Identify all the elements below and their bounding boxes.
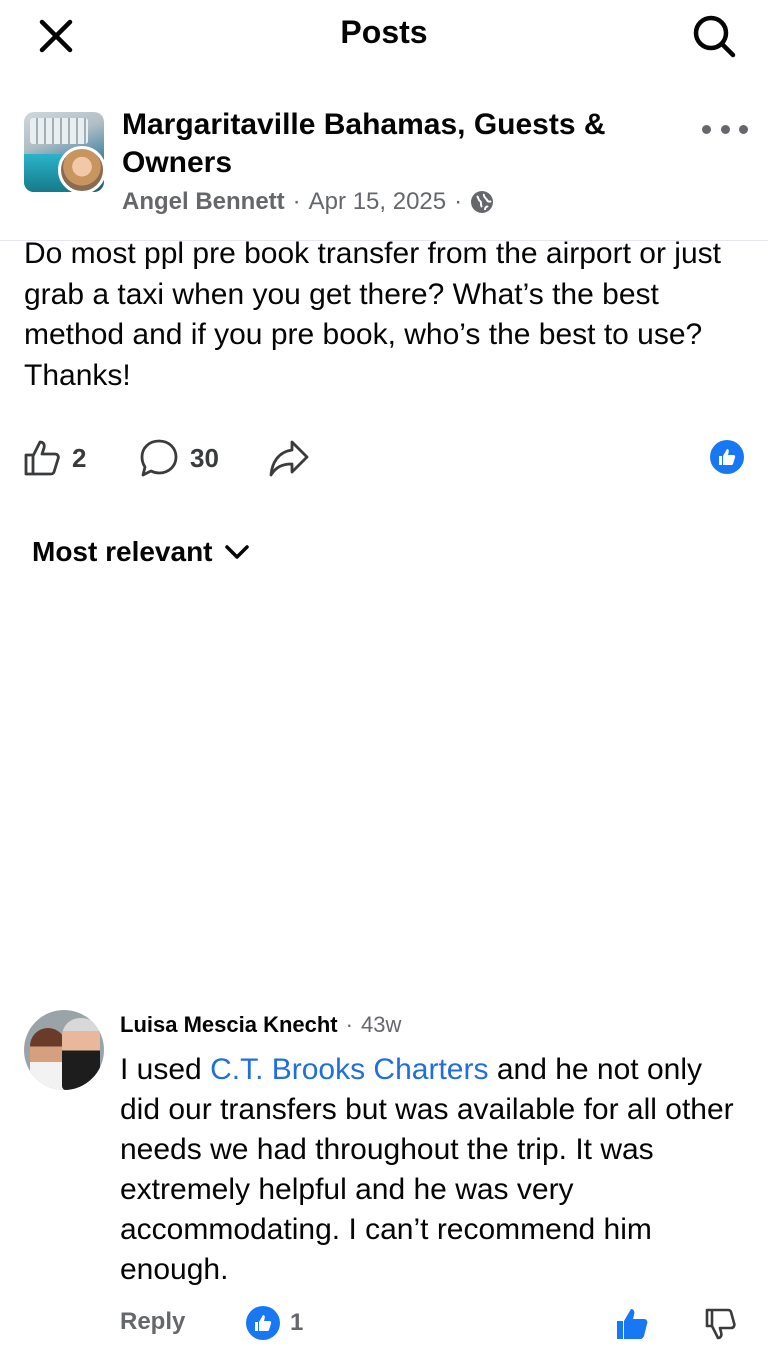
comment-footer: Reply 1 [0,1304,768,1350]
comment-reactions[interactable]: 1 [246,1306,303,1340]
chevron-down-icon [224,545,249,559]
thumbs-up-icon [24,440,60,476]
reply-button[interactable]: Reply [120,1308,185,1336]
like-reaction-badge[interactable] [710,440,744,474]
comment-dislike-button[interactable] [700,1304,740,1344]
comment-count: 30 [190,442,219,473]
comment-icon [140,439,178,477]
comment-text-before: I used [120,1053,211,1086]
post-date[interactable]: Apr 15, 2025 [309,188,446,216]
author-avatar[interactable] [58,146,106,194]
group-name[interactable]: Margaritaville Bahamas, Guests & Owners [122,106,642,182]
globe-icon [471,191,494,213]
post-author[interactable]: Angel Bennett [122,188,285,216]
comment-sort-dropdown[interactable]: Most relevant [32,536,249,568]
thumbs-up-icon [617,1309,648,1339]
search-icon [693,15,736,58]
post-actions: 2 30 [0,430,768,484]
comment-like-button[interactable] [612,1304,652,1344]
comment-meta: Luisa Mescia Knecht · 43w [120,1012,401,1038]
comment-reaction-count: 1 [290,1309,304,1336]
more-dot-icon [720,124,730,134]
more-options-button[interactable] [702,116,748,142]
commenter-avatar[interactable] [24,1010,104,1090]
post-header: Margaritaville Bahamas, Guests & Owners … [0,100,768,230]
separator-dot: · [345,1012,353,1037]
share-button[interactable] [268,436,310,480]
page-title: Posts [340,14,428,50]
separator-dot: · [454,188,463,215]
share-icon [269,440,309,477]
comment-button[interactable]: 30 [138,436,219,480]
comment-text: I used C.T. Brooks Charters and he not o… [120,1050,750,1290]
sort-label: Most relevant [32,536,213,567]
comment-author[interactable]: Luisa Mescia Knecht [120,1012,338,1038]
post-text: Do most ppl pre book transfer from the a… [24,237,721,392]
separator-dot: · [292,188,301,215]
more-dot-icon [702,124,711,134]
search-button[interactable] [690,12,738,60]
thumbs-up-icon [255,1315,272,1331]
comment-text-after: and he not only did our transfers but wa… [120,1053,734,1286]
like-button[interactable]: 2 [22,436,86,480]
like-count: 2 [72,442,87,473]
comment-time[interactable]: 43w [361,1012,401,1038]
more-dot-icon [739,124,748,134]
like-reaction-badge [246,1306,280,1340]
thumbs-up-icon [719,449,736,465]
top-bar: Posts [0,0,768,66]
thumbs-down-icon [705,1308,736,1340]
post-meta: Angel Bennett · Apr 15, 2025 · [122,188,494,216]
comment-tag-link[interactable]: C.T. Brooks Charters [210,1053,488,1086]
